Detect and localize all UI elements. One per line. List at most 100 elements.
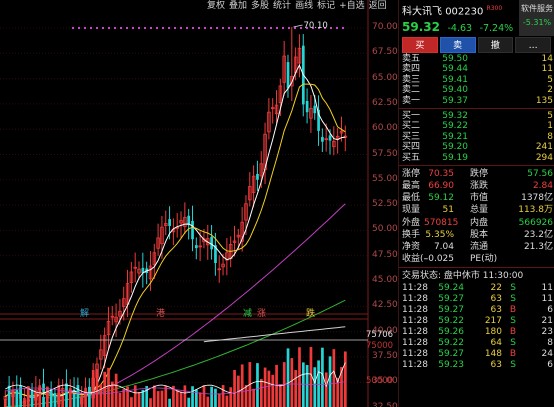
price-change-pct: -7.24% — [479, 23, 514, 34]
candle-body — [42, 383, 45, 392]
bid-qty: 8 — [547, 131, 553, 142]
price-tick-label: 47.50 — [372, 249, 398, 260]
stat-key: 涨停 — [402, 168, 421, 179]
bid-row[interactable]: 买一 59.32 5 — [399, 111, 554, 121]
candle-body — [191, 220, 194, 240]
tick-row: 11:28 59.23 63 S 6 — [399, 360, 554, 371]
stat-key: 市值 — [470, 193, 489, 204]
tick-row: 11:28 59.27 148 B 24 — [399, 349, 554, 360]
stat-value: 23.2亿 — [523, 229, 553, 240]
bid-label: 买一 — [402, 110, 421, 121]
quote-panel: 软件服务 -5.31% 科大讯飞 002230 R300 59.32 -4.63… — [398, 0, 554, 407]
event-marker: 涨 — [257, 308, 266, 319]
candle-body — [305, 100, 309, 113]
stat-value: 70.35 — [428, 168, 454, 179]
stat-key: 换手 — [402, 229, 421, 240]
ask-row[interactable]: 卖二 59.40 2 — [399, 85, 554, 95]
volume-bar — [99, 384, 103, 407]
ask-row[interactable]: 卖一 59.37 135 — [399, 96, 554, 106]
ask-row[interactable]: 卖三 59.41 5 — [399, 75, 554, 85]
price-tick-label: 50.00 — [372, 224, 398, 235]
stat-key: 涨跌 — [470, 181, 489, 192]
volume-bar — [118, 392, 122, 407]
price-tick-label: 52.50 — [372, 199, 398, 210]
sell-button[interactable]: 卖 — [439, 37, 476, 53]
volume-bar — [328, 356, 332, 407]
stat-key: 最低 — [402, 193, 421, 204]
tick-row: 11:28 59.22 217 S 21 — [399, 316, 554, 327]
volume-bar — [317, 360, 320, 407]
tick-count: 8 — [547, 338, 553, 349]
volume-bar — [107, 367, 110, 407]
ask-label: 卖一 — [402, 95, 421, 106]
tick-count: 24 — [541, 349, 553, 360]
ma120-line — [203, 326, 346, 343]
sector-box[interactable]: 软件服务 -5.31% — [519, 0, 554, 36]
sector-name: 软件服务 — [521, 4, 553, 13]
stat-value: 566926 — [518, 217, 553, 228]
price-tick-label: 65.00 — [372, 72, 398, 83]
volume-bar — [4, 399, 7, 407]
order-book: 卖五 59.50 14 卖四 59.44 11 卖三 59.41 5 卖二 59.40 2 卖一 59.3… — [399, 54, 554, 163]
index-badge: R300 — [487, 5, 503, 12]
stat-key: 外盘 — [402, 217, 421, 228]
price-tick-label: 70.00 — [372, 22, 398, 32]
volume-bar — [271, 374, 275, 407]
statistics-button[interactable]: 统计 — [271, 0, 293, 12]
order-book-divider — [399, 107, 554, 109]
multi-stock-button[interactable]: 多股 — [249, 0, 271, 12]
candle-body — [195, 245, 198, 249]
stat-key: 内盘 — [470, 217, 489, 228]
volume-bar — [305, 365, 309, 407]
volume-bar — [244, 385, 248, 407]
volume-bar — [256, 363, 259, 407]
restore-rights-button[interactable]: 复权 — [205, 0, 227, 12]
volume-bar — [11, 390, 15, 407]
tick-row: 11:28 59.27 63 S 11 — [399, 294, 554, 305]
volume-bar — [103, 371, 107, 407]
volume-bar — [221, 385, 225, 407]
tick-direction: B — [509, 305, 516, 316]
ask-row[interactable]: 卖四 59.44 11 — [399, 64, 554, 74]
back-button[interactable]: 返回 — [367, 0, 389, 12]
index-num: 300 — [490, 5, 503, 12]
kline-chart[interactable]: 70.10 解 港 减涨 跌 70.00 67.50 65.00 62.50 60.00 57.5… — [0, 0, 398, 407]
tick-count: 21 — [541, 316, 553, 327]
stat-row: 净资 7.04 流通 21.3亿 — [399, 241, 554, 253]
volume-tick-label: 75000 — [366, 341, 394, 351]
bid-price: 59.32 — [442, 110, 468, 121]
volume-bar — [290, 358, 294, 407]
bid-qty: 294 — [535, 152, 553, 163]
bid-row[interactable]: 买二 59.22 1 — [399, 121, 554, 131]
more-button[interactable]: … — [515, 37, 551, 53]
ask-row[interactable]: 卖五 59.50 14 — [399, 54, 554, 64]
overlay-button[interactable]: 叠加 — [227, 0, 249, 12]
bid-row[interactable]: 买五 59.19 294 — [399, 153, 554, 163]
tick-price: 59.27 — [438, 294, 464, 305]
tick-volume: 64 — [490, 338, 502, 349]
bid-row[interactable]: 买三 59.21 8 — [399, 132, 554, 142]
bid-qty: 5 — [547, 110, 553, 121]
volume-bar — [217, 393, 221, 407]
volume-bar — [23, 397, 26, 407]
tick-direction: B — [509, 327, 516, 338]
event-marker: 跌 — [306, 308, 315, 319]
price-tick-label: 62.50 — [372, 97, 398, 108]
add-watchlist-button[interactable]: +自选 — [337, 0, 367, 12]
volume-bar — [156, 391, 160, 407]
candle-body — [286, 62, 290, 89]
mark-button[interactable]: 标记 — [315, 0, 337, 12]
volume-tick-label: 75706 — [366, 330, 394, 340]
bid-row[interactable]: 买四 59.20 241 — [399, 142, 554, 152]
kline-canvas[interactable]: 70.10 解 港 减涨 跌 — [0, 0, 398, 407]
volume-bar — [179, 391, 183, 407]
volume-bar — [252, 388, 255, 407]
volume-bar — [34, 392, 38, 407]
buy-button[interactable]: 买 — [402, 37, 438, 53]
price-tick-label: 32.50 — [372, 401, 398, 407]
candle-body — [210, 236, 213, 250]
cancel-button[interactable]: 撤 — [477, 37, 514, 53]
bid-price: 59.20 — [442, 142, 468, 153]
draw-line-button[interactable]: 画线 — [293, 0, 315, 12]
bid-label: 买二 — [402, 121, 421, 132]
